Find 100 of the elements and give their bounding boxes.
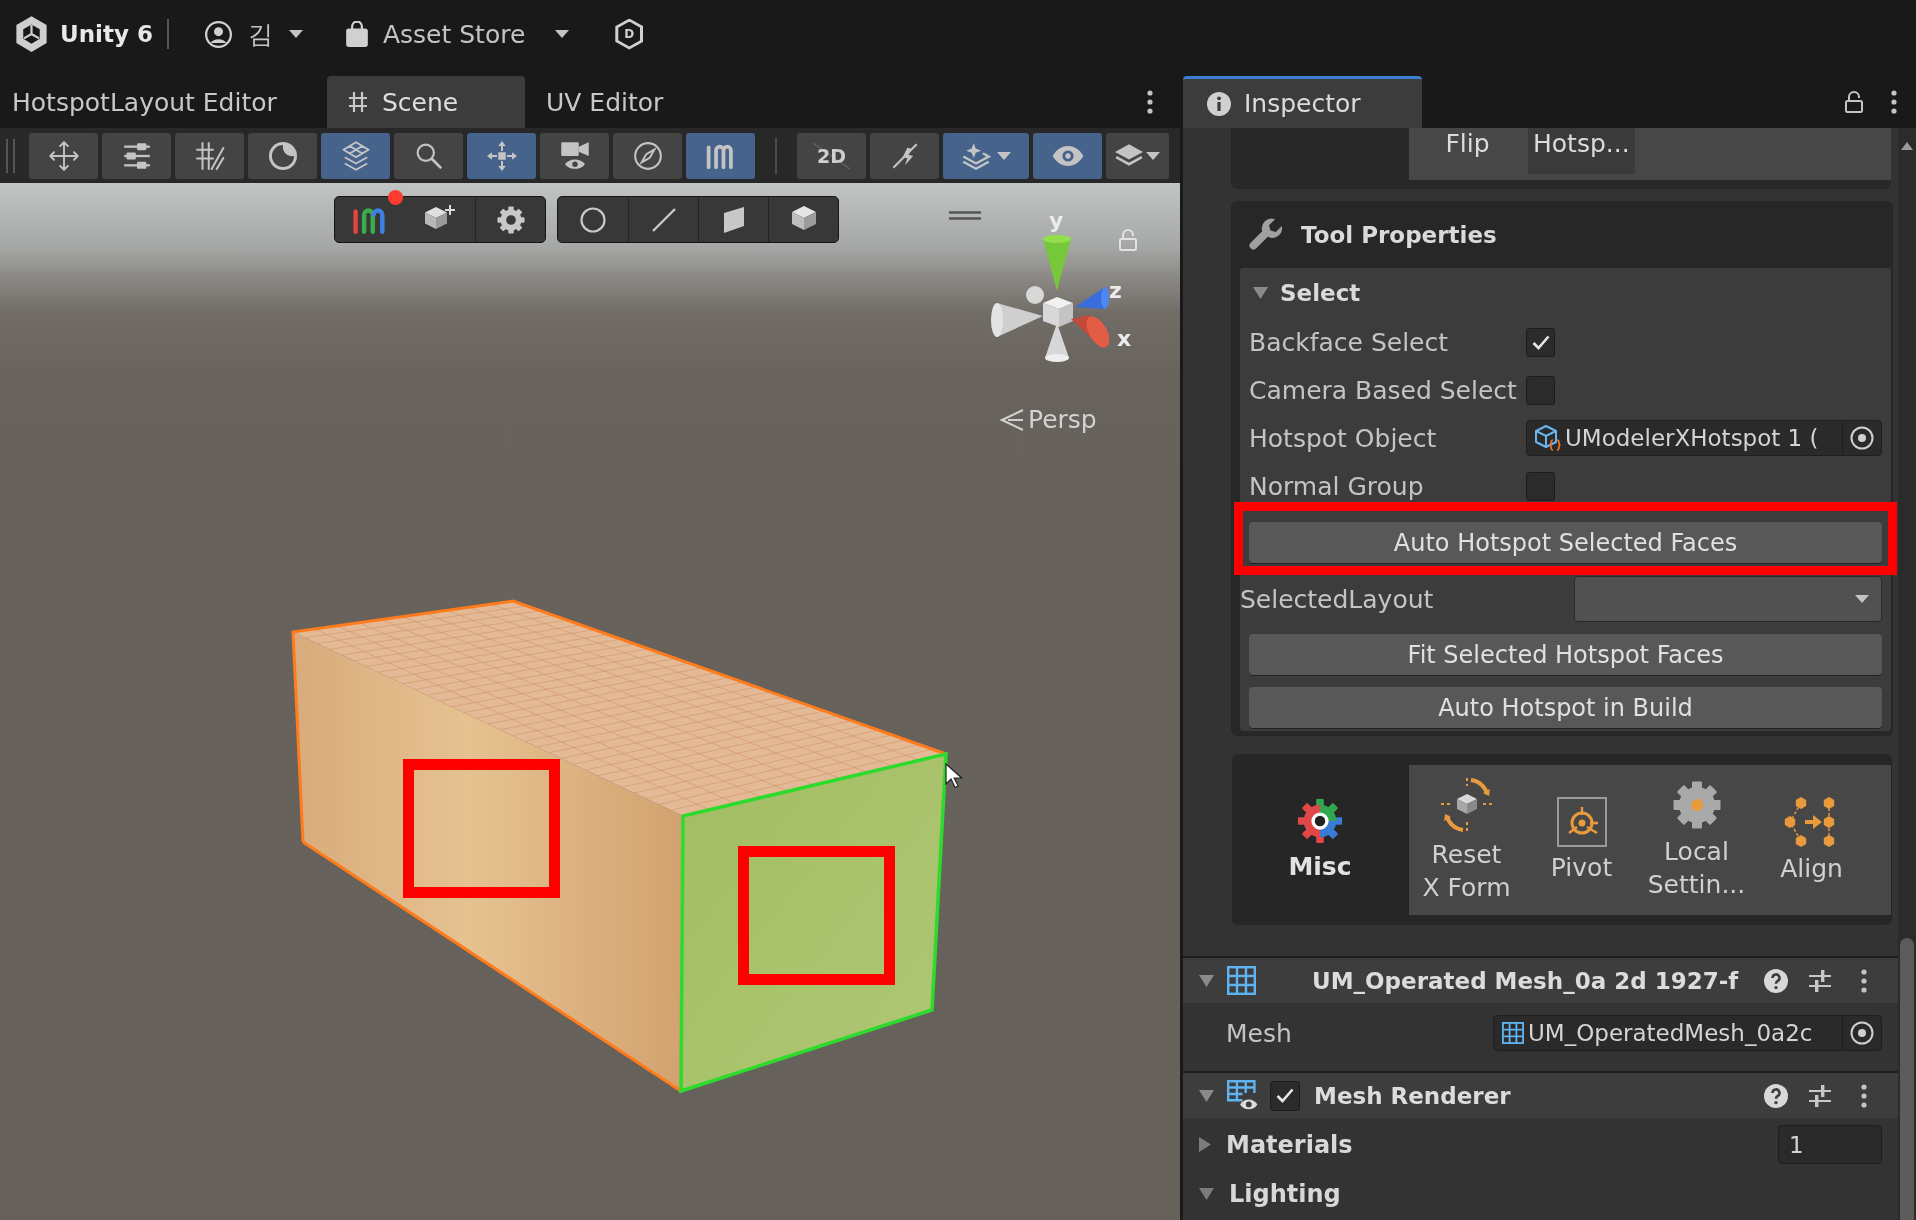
disclosure-triangle-icon[interactable] (1199, 1187, 1214, 1200)
tab[interactable]: Scene (327, 76, 525, 128)
disclosure-triangle-icon[interactable] (1199, 1089, 1214, 1102)
gear-icon (495, 204, 526, 235)
compass-icon (633, 141, 662, 170)
inspector-tab[interactable]: Inspector (1183, 76, 1422, 128)
check-icon (1531, 334, 1550, 350)
tab[interactable]: HotspotLayout Editor (0, 76, 327, 128)
gear-icon (1297, 798, 1343, 844)
projection-label[interactable]: Persp (1028, 405, 1097, 434)
disclosure-triangle-icon[interactable] (1253, 287, 1268, 299)
eye-icon (1051, 144, 1084, 167)
action-button[interactable]: Fit Selected Hotspot Faces (1249, 634, 1882, 675)
toolbar-button[interactable] (321, 132, 390, 179)
object-field[interactable]: UM_OperatedMesh_0a2c (1493, 1015, 1882, 1051)
toolbar-button[interactable] (248, 132, 317, 179)
disclosure-triangle-icon[interactable] (1199, 1137, 1211, 1152)
caret-icon (997, 151, 1011, 160)
axis-label: x (1117, 328, 1132, 350)
toolbar-button[interactable] (467, 132, 536, 179)
grid-icon (1502, 1022, 1524, 1044)
help-icon (1764, 968, 1788, 993)
disclosure-triangle-icon[interactable] (1199, 974, 1214, 987)
kebab-menu-icon (1891, 90, 1897, 114)
camera-eye-icon (559, 140, 590, 171)
component-title: UM_Operated Mesh_0a 2d 1927-f (1312, 967, 1739, 994)
panel-title: Tool Properties (1301, 221, 1497, 248)
property-label: Camera Based Select (1249, 375, 1518, 405)
axis-gizmo[interactable] (991, 235, 1109, 363)
circle-icon (580, 206, 606, 233)
property-label: Mesh (1226, 1018, 1293, 1048)
hexagon-button[interactable]: D (615, 18, 644, 50)
count-field[interactable]: 1 (1778, 1125, 1882, 1164)
toolbar-button[interactable]: 2D (797, 132, 866, 179)
toolbar-button[interactable] (175, 132, 244, 179)
cube-logo-icon (15, 16, 48, 52)
tool-button[interactable]: Reset X Form (1409, 765, 1524, 915)
asset-store-button[interactable]: Asset Store (344, 19, 570, 49)
info-icon (1207, 91, 1231, 116)
kebab-menu-icon (1861, 968, 1867, 993)
padlock-icon (1119, 229, 1137, 251)
toolbar-button[interactable] (102, 132, 171, 179)
checkbox[interactable] (1526, 471, 1555, 501)
toolbar-button[interactable] (29, 132, 98, 179)
checkbox[interactable] (1526, 375, 1555, 405)
bolt-slash-icon (890, 141, 919, 170)
caret-icon (555, 30, 570, 38)
target-icon (1850, 1021, 1874, 1045)
sliders-icon (122, 142, 151, 169)
line-icon (651, 207, 676, 232)
toolbar-button[interactable] (686, 132, 755, 179)
toolbar-button[interactable] (394, 132, 463, 179)
foldout-label[interactable]: Materials (1226, 1130, 1353, 1159)
scrollbar-thumb[interactable] (1900, 938, 1914, 1220)
tool-button[interactable]: Align (1754, 765, 1869, 915)
tool-tab[interactable]: Flip (1415, 128, 1520, 174)
component-title: Mesh Renderer (1314, 1082, 1511, 1109)
bag-icon (344, 21, 369, 47)
category-button[interactable]: Misc (1232, 754, 1408, 925)
check-icon (1276, 1088, 1294, 1103)
scene-viewport[interactable]: y z x Persp (0, 183, 1180, 1220)
action-button[interactable]: Auto Hotspot Selected Faces (1249, 522, 1882, 563)
section-title[interactable]: Select (1280, 280, 1361, 306)
tool-tab[interactable]: Hotsp... (1528, 128, 1635, 174)
component-header[interactable]: UM_Operated Mesh_0a 2d 1927-f (1183, 956, 1898, 1003)
crosshair-icon (1556, 796, 1607, 847)
crescent-icon (268, 141, 297, 170)
cross-arrows-icon (486, 140, 517, 171)
wrench-icon (1248, 216, 1284, 253)
property-label: Hotspot Object (1249, 423, 1438, 453)
toolbar-button[interactable] (540, 132, 609, 179)
object-field[interactable]: UModelerXHotspot 1 ( (1526, 420, 1882, 456)
toolbar-button[interactable] (613, 132, 682, 179)
tool-button[interactable]: Local Settin... (1639, 765, 1754, 915)
cube-rotate-icon (1438, 776, 1495, 834)
drag-handle-icon (949, 211, 981, 220)
script-cube-icon (1535, 425, 1561, 451)
checkbox[interactable] (1526, 327, 1555, 357)
component-header[interactable]: Mesh Renderer (1183, 1071, 1898, 1118)
foldout-label[interactable]: Lighting (1229, 1179, 1341, 1208)
grip-icon (5, 138, 16, 173)
sliders-icon (1808, 1083, 1832, 1108)
caret-icon (1855, 595, 1869, 603)
toolbar-button[interactable] (870, 132, 939, 179)
tool-button[interactable]: Pivot (1524, 765, 1639, 915)
checkbox[interactable] (1270, 1080, 1300, 1111)
toolbar-button[interactable] (943, 132, 1029, 179)
chevron-icon (1000, 408, 1024, 431)
tab[interactable]: UV Editor (525, 76, 723, 128)
axis-label: y (1049, 210, 1064, 232)
padlock-icon (1845, 91, 1863, 113)
move-arrows-icon (48, 140, 79, 171)
toolbar-button[interactable] (1033, 132, 1102, 179)
search-icon (415, 142, 442, 169)
action-button[interactable]: Auto Hotspot in Build (1249, 687, 1882, 728)
account-button[interactable]: 김 (204, 17, 303, 51)
sliders-icon (1808, 968, 1832, 993)
toolbar-button[interactable] (1106, 132, 1169, 179)
layers-icon (1115, 143, 1143, 168)
arches-logo-icon (705, 142, 736, 169)
